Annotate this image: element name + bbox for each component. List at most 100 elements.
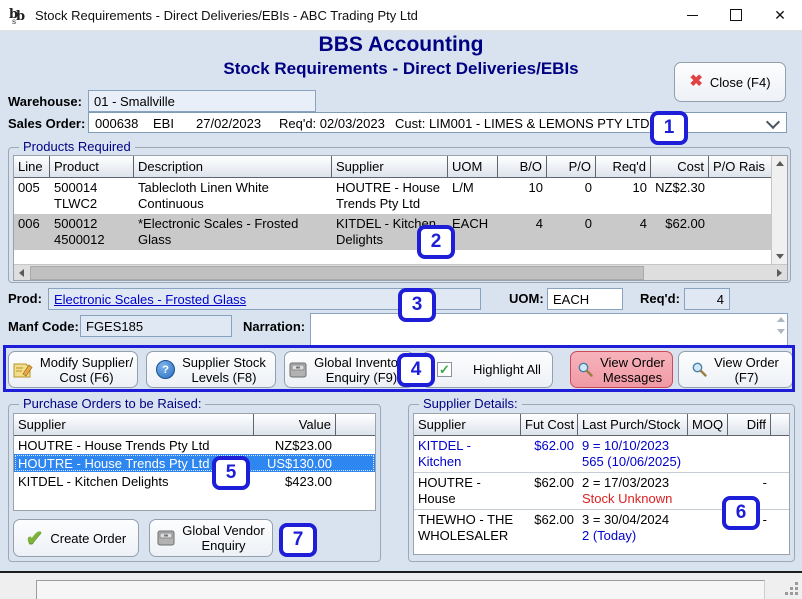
sales-order-customer: Cust: LIM001 - LIMES & LEMONS PTY LTD bbox=[395, 116, 650, 131]
annotation-2: 2 bbox=[417, 225, 455, 259]
close-f4-button[interactable]: ✖ Close (F4) bbox=[674, 62, 786, 102]
spin-up-icon[interactable] bbox=[777, 317, 785, 322]
cell-reqd: 10 bbox=[596, 178, 651, 214]
reqd-value: 4 bbox=[717, 292, 724, 307]
supplier-stock-levels-button[interactable]: ? Supplier Stock Levels (F8) bbox=[146, 351, 276, 388]
table-row-selected[interactable]: 006 500012 4500012 *Electronic Scales - … bbox=[14, 214, 787, 250]
title-bar: b b s Stock Requirements - Direct Delive… bbox=[0, 0, 802, 31]
view-order-f7-button[interactable]: View Order (F7) bbox=[678, 351, 793, 388]
po-spacer bbox=[336, 472, 376, 490]
highlight-all-control[interactable]: ✓ Highlight All bbox=[422, 351, 553, 388]
purchase-orders-group: Purchase Orders to be Raised: Supplier V… bbox=[8, 404, 381, 562]
manf-code-label: Manf Code: bbox=[8, 319, 79, 334]
narration-scroll-icons[interactable] bbox=[777, 317, 785, 334]
svg-text:b: b bbox=[16, 9, 25, 24]
col-po-raised[interactable]: P/O Rais bbox=[709, 156, 773, 178]
products-required-group: Products Required Line Product Descripti… bbox=[8, 147, 791, 283]
col-supplier[interactable]: Supplier bbox=[414, 414, 521, 436]
col-po[interactable]: P/O bbox=[547, 156, 596, 178]
global-vendor-enquiry-button[interactable]: Global Vendor Enquiry bbox=[149, 519, 273, 557]
reqd-field[interactable]: 4 bbox=[684, 288, 730, 310]
minimize-icon bbox=[687, 15, 698, 16]
col-line[interactable]: Line bbox=[14, 156, 50, 178]
cell-uom: EACH bbox=[448, 214, 498, 250]
global-inventory-enquiry-button[interactable]: Global Inventory Enquiry (F9) bbox=[284, 351, 414, 388]
col-last-purch[interactable]: Last Purch/Stock bbox=[578, 414, 688, 436]
scroll-left-icon[interactable] bbox=[19, 269, 24, 277]
sd-last-purchase: 3 = 30/04/2024 bbox=[582, 512, 684, 528]
global-inventory-enquiry-label: Global Inventory Enquiry (F9) bbox=[314, 355, 409, 385]
po-row-selected[interactable]: HOUTRE - House Trends Pty Ltd US$130.00 bbox=[14, 454, 375, 472]
svg-text:s: s bbox=[12, 17, 16, 25]
col-value[interactable]: Value bbox=[254, 414, 336, 436]
cell-po: 0 bbox=[547, 214, 596, 250]
annotation-5: 5 bbox=[212, 456, 250, 490]
cell-line: 006 bbox=[14, 214, 50, 250]
scroll-up-icon[interactable] bbox=[776, 161, 784, 166]
table-row[interactable]: 005 500014 TLWC2 Tablecloth Linen White … bbox=[14, 178, 787, 214]
scrollbar-thumb[interactable] bbox=[30, 266, 644, 280]
cabinet-icon bbox=[157, 530, 175, 546]
po-value: US$130.00 bbox=[254, 454, 336, 472]
modify-supplier-cost-button[interactable]: Modify Supplier/ Cost (F6) bbox=[8, 351, 138, 388]
sales-order-number: 000638 bbox=[95, 116, 138, 131]
annotation-7: 7 bbox=[279, 523, 317, 557]
purchase-orders-title: Purchase Orders to be Raised: bbox=[19, 396, 205, 411]
magnifier-icon bbox=[692, 362, 707, 377]
col-product[interactable]: Product bbox=[50, 156, 134, 178]
sd-stock-unknown: Stock Unknown bbox=[582, 491, 684, 507]
po-value: NZ$23.00 bbox=[254, 436, 336, 454]
maximize-icon bbox=[730, 9, 742, 21]
manf-code-field[interactable]: FGES185 bbox=[80, 315, 232, 337]
sd-spacer bbox=[771, 473, 789, 509]
col-fut-cost[interactable]: Fut Cost bbox=[521, 414, 578, 436]
col-cost[interactable]: Cost bbox=[651, 156, 709, 178]
sd-fut-cost: $62.00 bbox=[521, 510, 578, 546]
po-row[interactable]: KITDEL - Kitchen Delights $423.00 bbox=[14, 472, 375, 490]
horizontal-scrollbar[interactable] bbox=[14, 264, 787, 280]
minimize-button[interactable] bbox=[670, 0, 714, 30]
spin-down-icon[interactable] bbox=[777, 329, 785, 334]
cell-bo: 10 bbox=[498, 178, 547, 214]
view-order-f7-label: View Order (F7) bbox=[714, 355, 779, 385]
col-uom[interactable]: UOM bbox=[448, 156, 498, 178]
warehouse-value: 01 - Smallville bbox=[94, 94, 175, 109]
resize-grip[interactable] bbox=[784, 581, 798, 595]
sd-row[interactable]: KITDEL - Kitchen Delights $62.00 9 = 10/… bbox=[414, 436, 789, 473]
po-spacer bbox=[336, 454, 376, 472]
col-supplier[interactable]: Supplier bbox=[332, 156, 448, 178]
col-bo[interactable]: B/O bbox=[498, 156, 547, 178]
close-window-button[interactable]: ✕ bbox=[758, 0, 802, 30]
highlight-all-checkbox[interactable]: ✓ bbox=[437, 362, 452, 377]
uom-field[interactable]: EACH bbox=[547, 288, 623, 310]
maximize-button[interactable] bbox=[714, 0, 758, 30]
narration-field[interactable] bbox=[310, 313, 788, 347]
col-supplier[interactable]: Supplier bbox=[14, 414, 254, 436]
stock-requirements-window: b b s Stock Requirements - Direct Delive… bbox=[0, 0, 802, 599]
col-moq[interactable]: MOQ bbox=[688, 414, 728, 436]
scroll-down-icon[interactable] bbox=[776, 254, 784, 259]
status-message-panel bbox=[36, 580, 765, 599]
create-order-button[interactable]: ✔ Create Order bbox=[13, 519, 139, 557]
uom-value: EACH bbox=[553, 292, 589, 307]
annotation-1: 1 bbox=[650, 111, 688, 145]
green-check-icon: ✔ bbox=[26, 528, 44, 549]
warehouse-field[interactable]: 01 - Smallville bbox=[88, 90, 316, 112]
col-description[interactable]: Description bbox=[134, 156, 332, 178]
products-table-header: Line Product Description Supplier UOM B/… bbox=[14, 156, 787, 178]
col-diff[interactable]: Diff bbox=[728, 414, 771, 436]
sd-spacer bbox=[771, 436, 789, 472]
cell-cost: $62.00 bbox=[651, 214, 709, 250]
col-reqd[interactable]: Req'd bbox=[596, 156, 651, 178]
po-spacer bbox=[336, 436, 376, 454]
prod-link[interactable]: Electronic Scales - Frosted Glass bbox=[54, 292, 246, 307]
sd-moq bbox=[688, 436, 728, 472]
products-table: Line Product Description Supplier UOM B/… bbox=[13, 155, 788, 281]
po-row[interactable]: HOUTRE - House Trends Pty Ltd NZ$23.00 bbox=[14, 436, 375, 454]
app-title: BBS Accounting bbox=[0, 33, 802, 57]
cell-product: 500012 4500012 bbox=[50, 214, 134, 250]
cabinet-icon bbox=[289, 362, 307, 378]
view-order-messages-button[interactable]: View Order Messages bbox=[570, 351, 673, 388]
scroll-right-icon[interactable] bbox=[777, 269, 782, 277]
vertical-scrollbar[interactable] bbox=[771, 156, 787, 264]
